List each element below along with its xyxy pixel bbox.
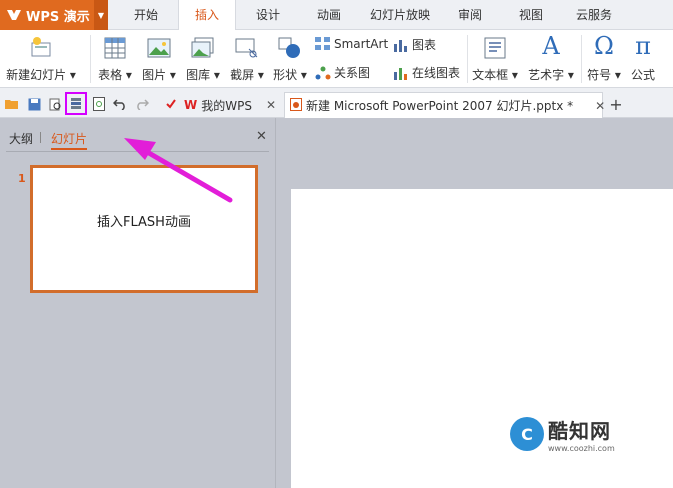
close-panel-icon[interactable]: ✕ [256, 129, 267, 144]
textbox-label: 文本框 ▾ [472, 68, 518, 82]
symbol-button[interactable]: Ω 符号 ▾ [585, 32, 623, 83]
watermark: C 酷知网 www.coozhi.com [510, 415, 615, 453]
screenshot-icon [235, 36, 259, 60]
menu-bar: WPS 演示 ▼ 开始 插入 设计 动画 幻灯片放映 审阅 视图 云服务 [0, 0, 673, 31]
doc-tab-mywps[interactable]: W 我的WPS ✕ [184, 92, 276, 118]
screenshot-button[interactable]: 截屏 ▾ [229, 36, 265, 83]
doc-tab-presentation[interactable]: 新建 Microsoft PowerPoint 2007 幻灯片.pptx * … [284, 92, 605, 118]
close-icon[interactable]: ✕ [266, 98, 276, 112]
ribbon-separator [467, 35, 468, 83]
app-menu-button[interactable]: WPS 演示 ▼ [0, 0, 108, 30]
symbol-label: 符号 ▾ [587, 68, 621, 82]
online-chart-label: 在线图表 [412, 66, 461, 80]
textbox-icon [483, 36, 507, 60]
formula-label: 公式 [630, 68, 655, 82]
chevron-down-icon[interactable]: ▼ [94, 0, 108, 30]
chart-label: 图表 [412, 38, 437, 52]
active-tab-underline [51, 148, 87, 150]
watermark-brand: 酷知网 [548, 419, 611, 443]
tab-divider [40, 132, 41, 143]
textbox-button[interactable]: 文本框 ▾ [472, 36, 518, 83]
chart-icon [393, 37, 409, 53]
page-preview-icon[interactable] [92, 97, 106, 111]
table-button[interactable]: 表格 ▾ [97, 36, 133, 83]
picture-label: 图片 ▾ [142, 68, 176, 82]
online-chart-button[interactable]: 在线图表 [393, 64, 460, 81]
close-icon[interactable]: ✕ [595, 99, 605, 113]
picture-button[interactable]: 图片 ▾ [141, 36, 177, 83]
online-chart-icon [393, 65, 409, 81]
customize-toolbar-icon[interactable] [164, 97, 178, 111]
relation-label: 关系图 [334, 66, 371, 80]
relation-button[interactable]: 关系图 [315, 64, 370, 81]
tab-cloud[interactable]: 云服务 [566, 0, 622, 30]
new-tab-plus-icon[interactable]: + [608, 95, 624, 114]
presentation-file-icon [290, 97, 302, 114]
slides-panel: 大纲 幻灯片 ✕ 1 插入FLASH动画 [0, 118, 276, 488]
gallery-label: 图库 ▾ [186, 68, 220, 82]
table-icon [103, 36, 127, 60]
new-slide-button[interactable]: 新建幻灯片 ▾ [6, 36, 76, 83]
tab-review[interactable]: 审阅 [442, 0, 498, 30]
wps-logo-icon: W [184, 98, 198, 112]
save-icon[interactable] [27, 97, 41, 111]
screenshot-label: 截屏 ▾ [230, 68, 264, 82]
tab-design[interactable]: 设计 [240, 0, 296, 30]
table-label: 表格 ▾ [98, 68, 132, 82]
tab-slideshow[interactable]: 幻灯片放映 [362, 0, 438, 30]
open-folder-icon[interactable] [5, 97, 19, 111]
tab-start[interactable]: 开始 [118, 0, 174, 30]
quick-access-bar: W 我的WPS ✕ 新建 Microsoft PowerPoint 2007 幻… [0, 88, 673, 118]
doc-tab-label: 新建 Microsoft PowerPoint 2007 幻灯片.pptx * [306, 99, 574, 113]
shape-icon [278, 36, 302, 60]
shape-button[interactable]: 形状 ▾ [272, 36, 308, 83]
smartart-label: SmartArt [334, 37, 389, 51]
tab-outline[interactable]: 大纲 [9, 130, 33, 147]
slide-canvas[interactable] [291, 189, 673, 488]
chart-button[interactable]: 图表 [393, 36, 436, 53]
smartart-icon [315, 36, 331, 52]
wps-logo-icon [4, 7, 24, 23]
wordart-label: 艺术字 ▾ [528, 68, 574, 82]
smartart-button[interactable]: SmartArt [315, 36, 388, 52]
doc-tab-label: 我的WPS [201, 98, 252, 113]
gallery-icon [191, 36, 215, 60]
new-slide-label: 新建幻灯片 ▾ [6, 68, 76, 82]
slide-thumbnail-title: 插入FLASH动画 [97, 215, 191, 230]
relation-icon [315, 65, 331, 81]
watermark-url: www.coozhi.com [548, 444, 615, 453]
ribbon: 新建幻灯片 ▾ 表格 ▾ 图片 ▾ 图库 ▾ 截屏 ▾ 形状 ▾ SmartAr… [0, 30, 673, 88]
tab-view[interactable]: 视图 [502, 0, 560, 30]
panel-divider [6, 151, 269, 152]
watermark-logo-icon: C [510, 417, 544, 451]
tab-animation[interactable]: 动画 [300, 0, 358, 30]
omega-icon: Ω [594, 32, 614, 60]
tab-insert[interactable]: 插入 [178, 0, 236, 31]
redo-icon[interactable] [135, 97, 149, 111]
tab-slides[interactable]: 幻灯片 [51, 130, 87, 147]
wordart-icon: A [542, 32, 560, 60]
ribbon-separator [581, 35, 582, 83]
app-title: WPS 演示 [26, 9, 90, 25]
panel-tabs: 大纲 幻灯片 ✕ [0, 118, 275, 151]
pi-icon: π [635, 32, 651, 60]
print-preview-icon[interactable] [48, 97, 62, 111]
highlight-box [65, 92, 87, 115]
wordart-button[interactable]: A 艺术字 ▾ [526, 32, 576, 83]
undo-icon[interactable] [113, 97, 127, 111]
picture-icon [147, 36, 171, 60]
shape-label: 形状 ▾ [273, 68, 307, 82]
formula-button[interactable]: π 公式 [626, 32, 660, 83]
gallery-button[interactable]: 图库 ▾ [185, 36, 221, 83]
new-slide-icon [29, 36, 53, 60]
slide-thumbnail[interactable]: 插入FLASH动画 [30, 165, 258, 293]
slide-number: 1 [18, 172, 26, 185]
ribbon-separator [90, 35, 91, 83]
